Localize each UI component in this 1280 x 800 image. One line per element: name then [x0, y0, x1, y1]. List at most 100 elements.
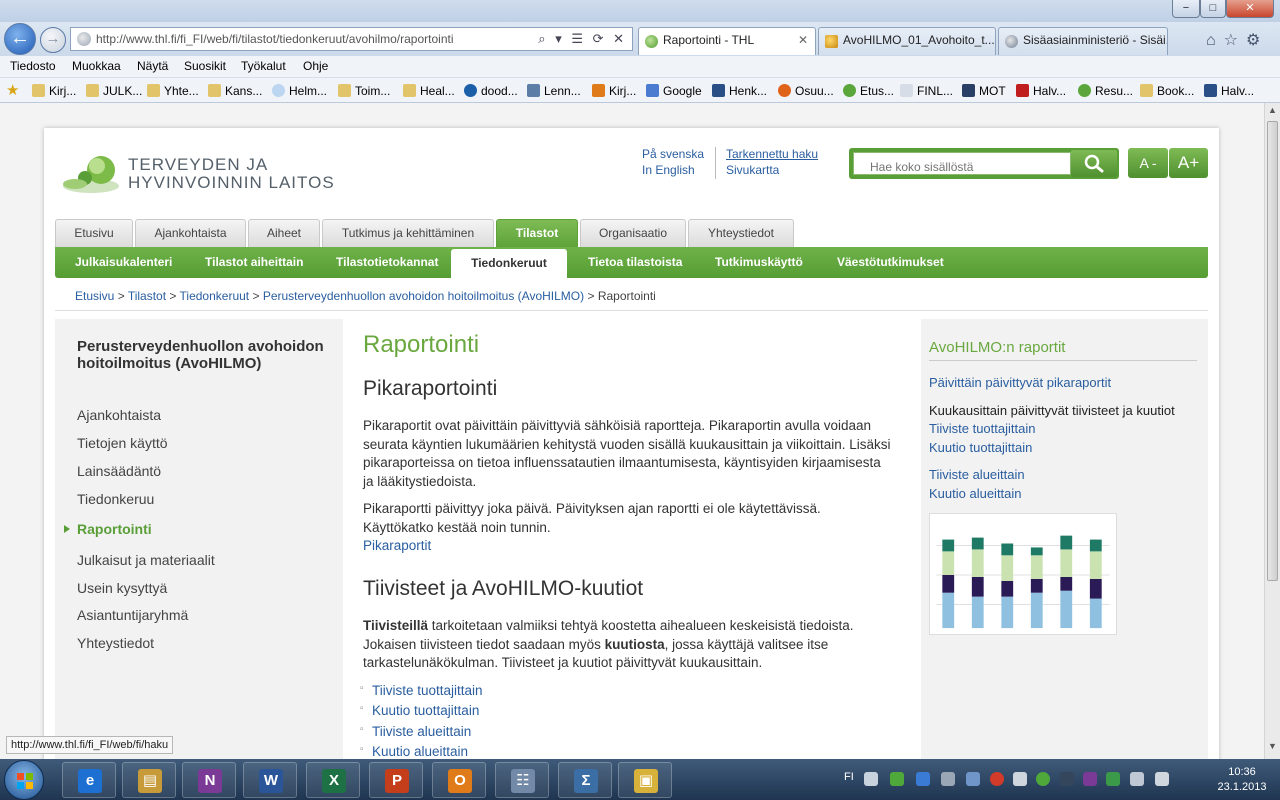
address-tools-icons[interactable]: ⌕ ▾ ☰ ⟳ ✕ — [538, 31, 627, 47]
menu-edit[interactable]: Muokkaa — [72, 59, 121, 73]
tray-app-icon[interactable] — [916, 772, 930, 786]
favorite-link[interactable]: Henk... — [712, 84, 767, 98]
favorite-link[interactable]: Kirj... — [592, 84, 636, 98]
leftnav-item-usein-kysyttya[interactable]: Usein kysyttyä — [77, 580, 167, 596]
search-input[interactable] — [853, 152, 1071, 175]
favorite-link[interactable]: Yhte... — [147, 84, 199, 98]
maximize-button[interactable]: □ — [1200, 0, 1226, 18]
breadcrumb-link[interactable]: Tiedonkeruut — [180, 289, 250, 303]
sidebar-link-tiiviste-tuottajittain[interactable]: Tiiviste tuottajittain — [929, 421, 1035, 436]
language-indicator[interactable]: FI — [844, 771, 854, 783]
leftnav-item-julkaisut[interactable]: Julkaisut ja materiaalit — [77, 552, 215, 568]
menu-favorites[interactable]: Suosikit — [184, 59, 226, 73]
favorite-link[interactable]: Book... — [1140, 84, 1194, 98]
favorite-link[interactable]: Halv... — [1016, 84, 1066, 98]
subtab-tilastotietokannat[interactable]: Tilastotietokannat — [336, 247, 438, 278]
taskbar-app-button[interactable]: Σ — [558, 762, 612, 798]
minimize-button[interactable]: − — [1172, 0, 1200, 18]
link-english[interactable]: In English — [642, 163, 695, 177]
favorite-link[interactable]: Halv... — [1204, 84, 1254, 98]
tab-yhteystiedot[interactable]: Yhteystiedot — [688, 219, 794, 247]
favorite-link[interactable]: Helm... — [272, 84, 327, 98]
tray-app-icon[interactable] — [1106, 772, 1120, 786]
font-smaller-button[interactable]: A - — [1128, 148, 1168, 178]
breadcrumb-link[interactable]: Perusterveydenhuollon avohoidon hoitoilm… — [263, 289, 584, 303]
volume-icon[interactable] — [1155, 772, 1169, 786]
link-swedish[interactable]: På svenska — [642, 147, 704, 161]
favorites-star-icon[interactable]: ★ — [6, 81, 19, 99]
tray-app-icon[interactable] — [941, 772, 955, 786]
breadcrumb-link[interactable]: Tilastot — [128, 289, 166, 303]
favorite-link[interactable]: Kans... — [208, 84, 262, 98]
browser-tab-active[interactable]: Raportointi - THL ✕ — [638, 27, 816, 55]
link-sitemap[interactable]: Sivukartta — [726, 163, 779, 177]
tray-app-icon[interactable] — [1060, 772, 1074, 786]
subtab-tilastot-aiheittain[interactable]: Tilastot aiheittain — [205, 247, 303, 278]
thl-logo-icon[interactable] — [61, 150, 121, 196]
link-tiiviste-alueittain[interactable]: Tiiviste alueittain — [360, 724, 471, 739]
link-pikaraportit[interactable]: Pikaraportit — [363, 538, 431, 553]
subtab-julkaisukalenteri[interactable]: Julkaisukalenteri — [75, 247, 172, 278]
leftnav-item-lainsaadanto[interactable]: Lainsäädäntö — [77, 463, 161, 479]
tab-aiheet[interactable]: Aiheet — [248, 219, 320, 247]
favorite-link[interactable]: Google — [646, 84, 702, 98]
leftnav-title[interactable]: Perusterveydenhuollon avohoidon hoitoilm… — [77, 338, 327, 372]
link-kuutio-alueittain[interactable]: Kuutio alueittain — [360, 744, 468, 759]
logo-text[interactable]: TERVEYDEN JA HYVINVOINNIN LAITOS — [128, 156, 335, 192]
link-advanced-search[interactable]: Tarkennettu haku — [726, 147, 818, 161]
address-bar[interactable]: http://www.thl.fi/fi_FI/web/fi/tilastot/… — [70, 27, 633, 51]
taskbar-app-button[interactable]: P — [369, 762, 423, 798]
favorite-link[interactable]: JULK... — [86, 84, 142, 98]
tab-tilastot[interactable]: Tilastot — [496, 219, 578, 247]
menu-tools[interactable]: Työkalut — [241, 59, 286, 73]
close-tab-icon[interactable]: ✕ — [798, 33, 808, 47]
taskbar-app-button[interactable]: W — [243, 762, 297, 798]
vertical-scrollbar[interactable]: ▲ ▼ — [1264, 103, 1280, 759]
favorite-link[interactable]: Kirj... — [32, 84, 76, 98]
tab-tutkimus[interactable]: Tutkimus ja kehittäminen — [322, 219, 494, 247]
clock[interactable]: 10:36 23.1.2013 — [1212, 765, 1272, 795]
forward-button[interactable]: → — [40, 27, 66, 53]
leftnav-item-tiedonkeruu[interactable]: Tiedonkeruu — [77, 491, 154, 507]
start-button[interactable] — [4, 760, 44, 800]
tray-app-icon[interactable] — [890, 772, 904, 786]
keyboard-icon[interactable] — [864, 772, 878, 786]
address-url[interactable]: http://www.thl.fi/fi_FI/web/fi/tilastot/… — [96, 32, 454, 46]
taskbar-app-button[interactable]: ▣ — [618, 762, 672, 798]
breadcrumb-link[interactable]: Etusivu — [75, 289, 114, 303]
font-larger-button[interactable]: A+ — [1169, 148, 1208, 178]
search-button[interactable] — [1071, 150, 1117, 177]
favorite-link[interactable]: dood... — [464, 84, 518, 98]
leftnav-item-ajankohtaista[interactable]: Ajankohtaista — [77, 407, 161, 423]
subtab-tutkimuskaytto[interactable]: Tutkimuskäyttö — [715, 247, 803, 278]
sidebar-link-kuutio-tuottajittain[interactable]: Kuutio tuottajittain — [929, 440, 1032, 455]
favorite-link[interactable]: Lenn... — [527, 84, 581, 98]
tray-app-icon[interactable] — [1013, 772, 1027, 786]
onenote-icon[interactable] — [1083, 772, 1097, 786]
subtab-tiedonkeruut[interactable]: Tiedonkeruut — [451, 249, 567, 278]
back-button[interactable]: ← — [4, 23, 36, 55]
tab-ajankohtaista[interactable]: Ajankohtaista — [135, 219, 246, 247]
browser-tab[interactable]: AvoHILMO_01_Avohoito_t... — [818, 27, 996, 55]
sidebar-link-kuutio-alueittain[interactable]: Kuutio alueittain — [929, 486, 1022, 501]
favorite-link[interactable]: FINL... — [900, 84, 953, 98]
taskbar-app-button[interactable]: O — [432, 762, 486, 798]
leftnav-item-tietojen-kaytto[interactable]: Tietojen käyttö — [77, 435, 168, 451]
link-kuutio-tuottajittain[interactable]: Kuutio tuottajittain — [360, 703, 479, 718]
taskbar-app-button[interactable]: e — [62, 762, 116, 798]
sidebar-link-tiiviste-alueittain[interactable]: Tiiviste alueittain — [929, 467, 1025, 482]
menu-file[interactable]: Tiedosto — [10, 59, 56, 73]
link-tiiviste-tuottajittain[interactable]: Tiiviste tuottajittain — [360, 683, 482, 698]
sidebar-link-pikaraportit[interactable]: Päivittäin päivittyvät pikaraportit — [929, 375, 1111, 390]
tab-organisaatio[interactable]: Organisaatio — [580, 219, 686, 247]
taskbar-app-button[interactable]: N — [182, 762, 236, 798]
menu-help[interactable]: Ohje — [303, 59, 328, 73]
favorite-link[interactable]: Osuu... — [778, 84, 834, 98]
favorite-link[interactable]: Toim... — [338, 84, 390, 98]
tray-app-icon[interactable] — [990, 772, 1004, 786]
scroll-up-icon[interactable]: ▲ — [1266, 105, 1279, 119]
taskbar-app-button[interactable]: X — [306, 762, 360, 798]
leftnav-item-raportointi[interactable]: Raportointi — [77, 521, 152, 537]
favorite-link[interactable]: Etus... — [843, 84, 894, 98]
leftnav-item-asiantuntijaryhma[interactable]: Asiantuntijaryhmä — [77, 607, 188, 623]
